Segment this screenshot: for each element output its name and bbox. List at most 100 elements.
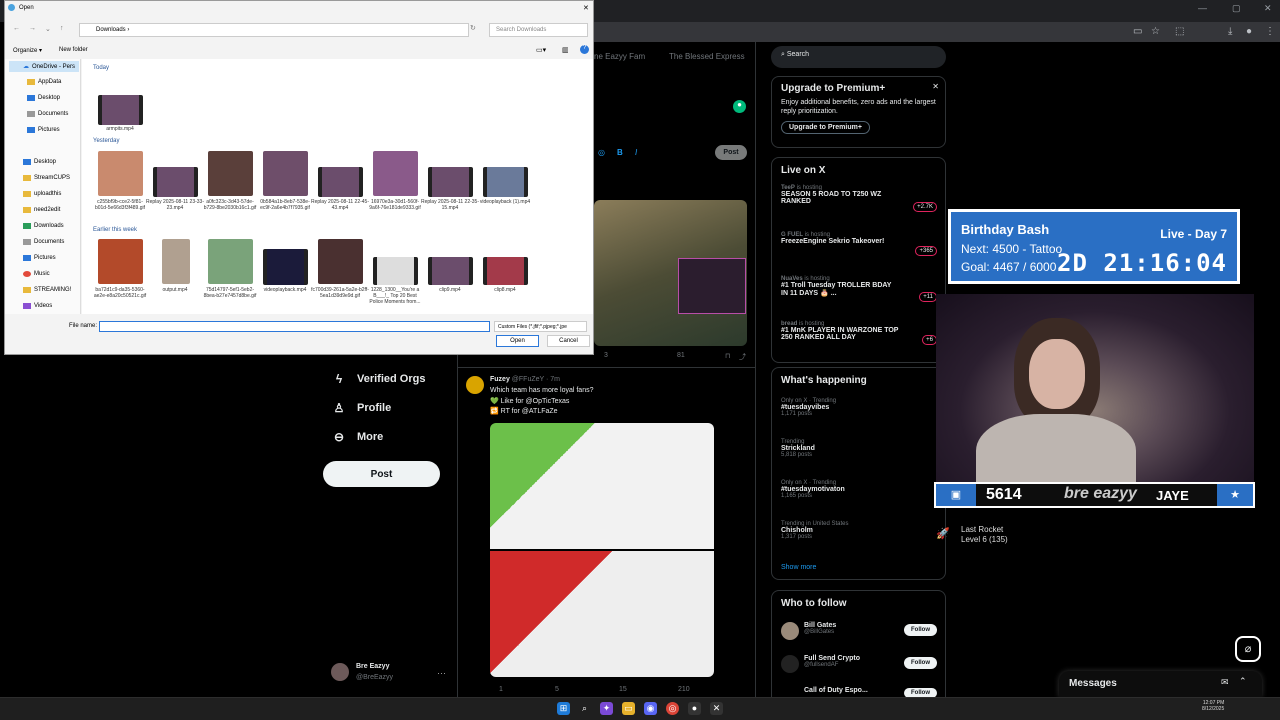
view-icon[interactable]: ▭▾ xyxy=(536,46,546,54)
messages-drawer[interactable]: Messages ✉ ⌃ xyxy=(1059,671,1262,697)
file-thumbnail[interactable] xyxy=(98,239,143,284)
chevron-down-icon[interactable]: ⌄ xyxy=(45,25,51,33)
file-type-select[interactable]: Custom Files (*.jfif;*.pjpeg;*.jpe xyxy=(494,321,587,332)
new-message-icon[interactable]: ✉ xyxy=(1221,677,1229,688)
refresh-icon[interactable]: ↻ xyxy=(470,24,476,32)
preview-pane-icon[interactable]: ▥ xyxy=(562,46,569,54)
open-button[interactable]: Open xyxy=(496,335,539,347)
follow-button[interactable]: Follow xyxy=(904,657,937,669)
sidebar-item-uploadthis[interactable]: uploadthis xyxy=(23,191,61,197)
repost-count[interactable]: 5 xyxy=(555,686,559,693)
live-item[interactable]: bread is hosting #1 MnK PLAYER IN WARZON… xyxy=(781,321,899,341)
avatar[interactable] xyxy=(781,622,799,640)
italic-icon[interactable]: I xyxy=(635,148,637,157)
bookmark-icon[interactable]: ⊓ xyxy=(725,352,730,360)
cancel-button[interactable]: Cancel xyxy=(547,335,590,347)
file-thumbnail[interactable] xyxy=(208,151,253,196)
post-button[interactable]: Post xyxy=(323,461,440,487)
sidebar-item-need2edit[interactable]: need2edit xyxy=(23,207,60,213)
file-thumbnail[interactable] xyxy=(263,151,308,196)
nav-profile[interactable]: ♙ Profile xyxy=(331,401,392,415)
address-bar[interactable]: Downloads › xyxy=(79,23,469,37)
profile-avatar[interactable]: ● xyxy=(1246,26,1252,37)
file-thumbnail[interactable] xyxy=(428,167,473,197)
sidebar-item-onedrive[interactable]: ☁ OneDrive - Pers xyxy=(23,63,75,71)
file-thumbnail[interactable] xyxy=(162,239,190,284)
app-icon[interactable]: ✕ xyxy=(710,702,723,715)
live-item[interactable]: G FUEL is hosting FreezeEngine Sekrio Ta… xyxy=(781,232,899,245)
browser-menu-icon[interactable]: ⋮ xyxy=(1265,26,1275,37)
obs-icon[interactable]: ● xyxy=(688,702,701,715)
file-thumbnail[interactable] xyxy=(373,257,418,285)
trend-item[interactable]: Trending in United States Chisholm 1,317 p… xyxy=(781,521,848,540)
view-count[interactable]: 210 xyxy=(678,686,690,693)
location-icon[interactable]: ◎ xyxy=(598,148,605,157)
file-explorer-icon[interactable]: ▭ xyxy=(622,702,635,715)
live-item[interactable]: NuaVes is hosting #1 Troll Tuesday TROLL… xyxy=(781,276,899,297)
sidebar-item-videos[interactable]: Videos xyxy=(23,303,52,309)
trend-item[interactable]: Only on X · Trending #tuesdayvibes 1,171 p… xyxy=(781,398,836,417)
account-more-icon[interactable]: ··· xyxy=(437,668,446,678)
nav-verified-orgs[interactable]: ϟ Verified Orgs xyxy=(331,372,426,386)
tab-eazyy-fam[interactable]: ne Eazyy Fam xyxy=(594,52,645,61)
start-icon[interactable]: ⊞ xyxy=(557,702,570,715)
grok-icon[interactable]: ● xyxy=(733,100,746,113)
bookmark-star-icon[interactable]: ☆ xyxy=(1151,26,1160,37)
file-thumbnail[interactable] xyxy=(98,151,143,196)
file-thumbnail[interactable] xyxy=(263,249,308,285)
sidebar-item-downloads[interactable]: Downloads xyxy=(23,223,64,229)
dialog-close-icon[interactable]: ✕ xyxy=(583,4,589,12)
trend-item[interactable]: Trending Strickland 5,818 posts xyxy=(781,439,815,458)
sidebar-item-documents-pinned[interactable]: Documents xyxy=(23,239,64,245)
upgrade-button[interactable]: Upgrade to Premium+ xyxy=(781,121,870,134)
sidebar-item-appdata[interactable]: AppData xyxy=(27,79,61,85)
download-icon[interactable]: ⤓ xyxy=(1228,26,1232,37)
file-thumbnail[interactable] xyxy=(153,167,198,197)
grok-quick-icon[interactable]: ⌀ xyxy=(1235,636,1261,662)
forward-icon[interactable]: → xyxy=(29,25,36,32)
sidebar-item-pictures-pinned[interactable]: Pictures xyxy=(23,255,56,261)
sidebar-item-documents[interactable]: Documents xyxy=(27,111,68,117)
group-today[interactable]: Today xyxy=(93,65,109,71)
system-clock[interactable]: 12:07 PM 8/12/2025 xyxy=(1202,700,1224,712)
sidebar-item-streaming[interactable]: STREAMING! xyxy=(23,287,71,293)
chrome-icon[interactable]: ◎ xyxy=(666,702,679,715)
search-input[interactable]: ⌕ Search xyxy=(771,46,946,68)
faze-image[interactable] xyxy=(490,551,714,677)
follow-button[interactable]: Follow xyxy=(904,624,937,636)
live-item[interactable]: TeeP is hosting SEASON 5 ROAD TO T250 WZ… xyxy=(781,185,899,205)
chevron-up-icon[interactable]: ⌃ xyxy=(1239,676,1247,687)
file-thumbnail[interactable] xyxy=(98,95,143,125)
group-earlier[interactable]: Earlier this week xyxy=(93,227,137,233)
compose-post-button[interactable]: Post xyxy=(715,145,747,160)
sidebar-item-music[interactable]: Music xyxy=(23,271,50,277)
discord-icon[interactable]: ◉ xyxy=(644,702,657,715)
trend-item[interactable]: Only on X · Trending #tuesdaymotivaton 1,1… xyxy=(781,480,845,499)
file-thumbnail[interactable] xyxy=(208,239,253,284)
tweet2-avatar[interactable] xyxy=(466,376,484,394)
new-folder-button[interactable]: New folder xyxy=(59,47,88,53)
sidebar-item-desktop[interactable]: Desktop xyxy=(27,95,60,101)
search-input[interactable]: Search Downloads xyxy=(489,23,588,37)
file-name-input[interactable] xyxy=(99,321,490,332)
up-icon[interactable]: ↑ xyxy=(60,25,64,32)
window-close-icon[interactable]: ✕ xyxy=(1264,3,1272,14)
share-icon[interactable]: ⤴ xyxy=(739,352,746,362)
avatar[interactable] xyxy=(331,663,349,681)
extensions-icon[interactable]: ⬚ xyxy=(1175,26,1184,37)
sidebar-item-streamcups[interactable]: StreamCUPS xyxy=(23,175,70,181)
file-thumbnail[interactable] xyxy=(318,167,363,197)
back-icon[interactable]: ← xyxy=(13,25,20,32)
file-thumbnail[interactable] xyxy=(483,167,528,197)
file-thumbnail[interactable] xyxy=(318,239,363,284)
file-thumbnail[interactable] xyxy=(483,257,528,285)
organize-menu[interactable]: Organize ▾ xyxy=(13,47,42,54)
help-icon[interactable]: ? xyxy=(580,45,589,54)
window-minimize-icon[interactable]: — xyxy=(1198,3,1207,13)
like-count[interactable]: 15 xyxy=(619,686,627,693)
file-thumbnail[interactable] xyxy=(428,257,473,285)
reply-count[interactable]: 1 xyxy=(499,686,503,693)
tab-blessed-express[interactable]: The Blessed Express xyxy=(669,52,745,61)
sidebar-item-pictures[interactable]: Pictures xyxy=(27,127,60,133)
avatar[interactable] xyxy=(781,655,799,673)
